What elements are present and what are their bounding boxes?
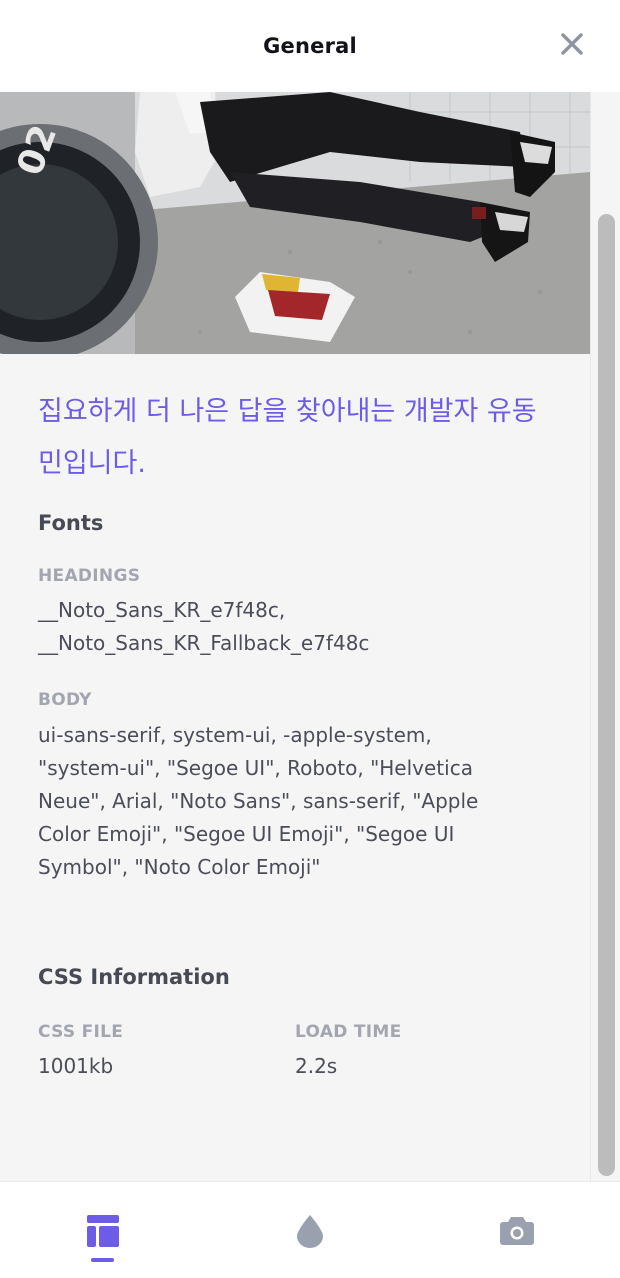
bottom-nav bbox=[0, 1181, 620, 1278]
camera-icon bbox=[500, 1217, 534, 1245]
scrollbar[interactable] bbox=[590, 92, 620, 1181]
close-icon bbox=[561, 33, 583, 55]
nav-tab-screenshot[interactable] bbox=[414, 1182, 620, 1278]
droplet-icon bbox=[297, 1215, 323, 1248]
header: General bbox=[0, 0, 620, 92]
headings-font-value: __Noto_Sans_KR_e7f48c, __Noto_Sans_KR_Fa… bbox=[38, 598, 370, 655]
load-time-value: 2.2s bbox=[295, 1054, 338, 1078]
panel-title: General bbox=[263, 34, 357, 58]
css-info-section-title: CSS Information bbox=[38, 965, 230, 989]
body-label: BODY bbox=[38, 690, 92, 710]
css-file-label: CSS FILE bbox=[38, 1022, 124, 1042]
hero-image: 02 bbox=[0, 92, 590, 354]
css-file-value: 1001kb bbox=[38, 1054, 114, 1078]
scrollbar-thumb[interactable] bbox=[598, 214, 615, 1176]
content-panel[interactable]: 02 집요하게 더 나은 답을 찾아내는 개발자 유동민입니다. Fonts H… bbox=[0, 92, 590, 1181]
nav-tab-general[interactable] bbox=[0, 1182, 206, 1278]
load-time-label: LOAD TIME bbox=[295, 1022, 402, 1042]
body-font-value: ui-sans-serif, system-ui, -apple-system,… bbox=[38, 723, 479, 879]
layout-icon bbox=[87, 1215, 119, 1247]
headings-label: HEADINGS bbox=[38, 566, 141, 586]
tagline: 집요하게 더 나은 답을 찾아내는 개발자 유동민입니다. bbox=[38, 396, 537, 479]
fonts-section-title: Fonts bbox=[38, 511, 104, 535]
close-button[interactable] bbox=[556, 30, 588, 60]
nav-tab-colors[interactable] bbox=[207, 1182, 413, 1278]
active-tab-indicator bbox=[91, 1258, 114, 1262]
